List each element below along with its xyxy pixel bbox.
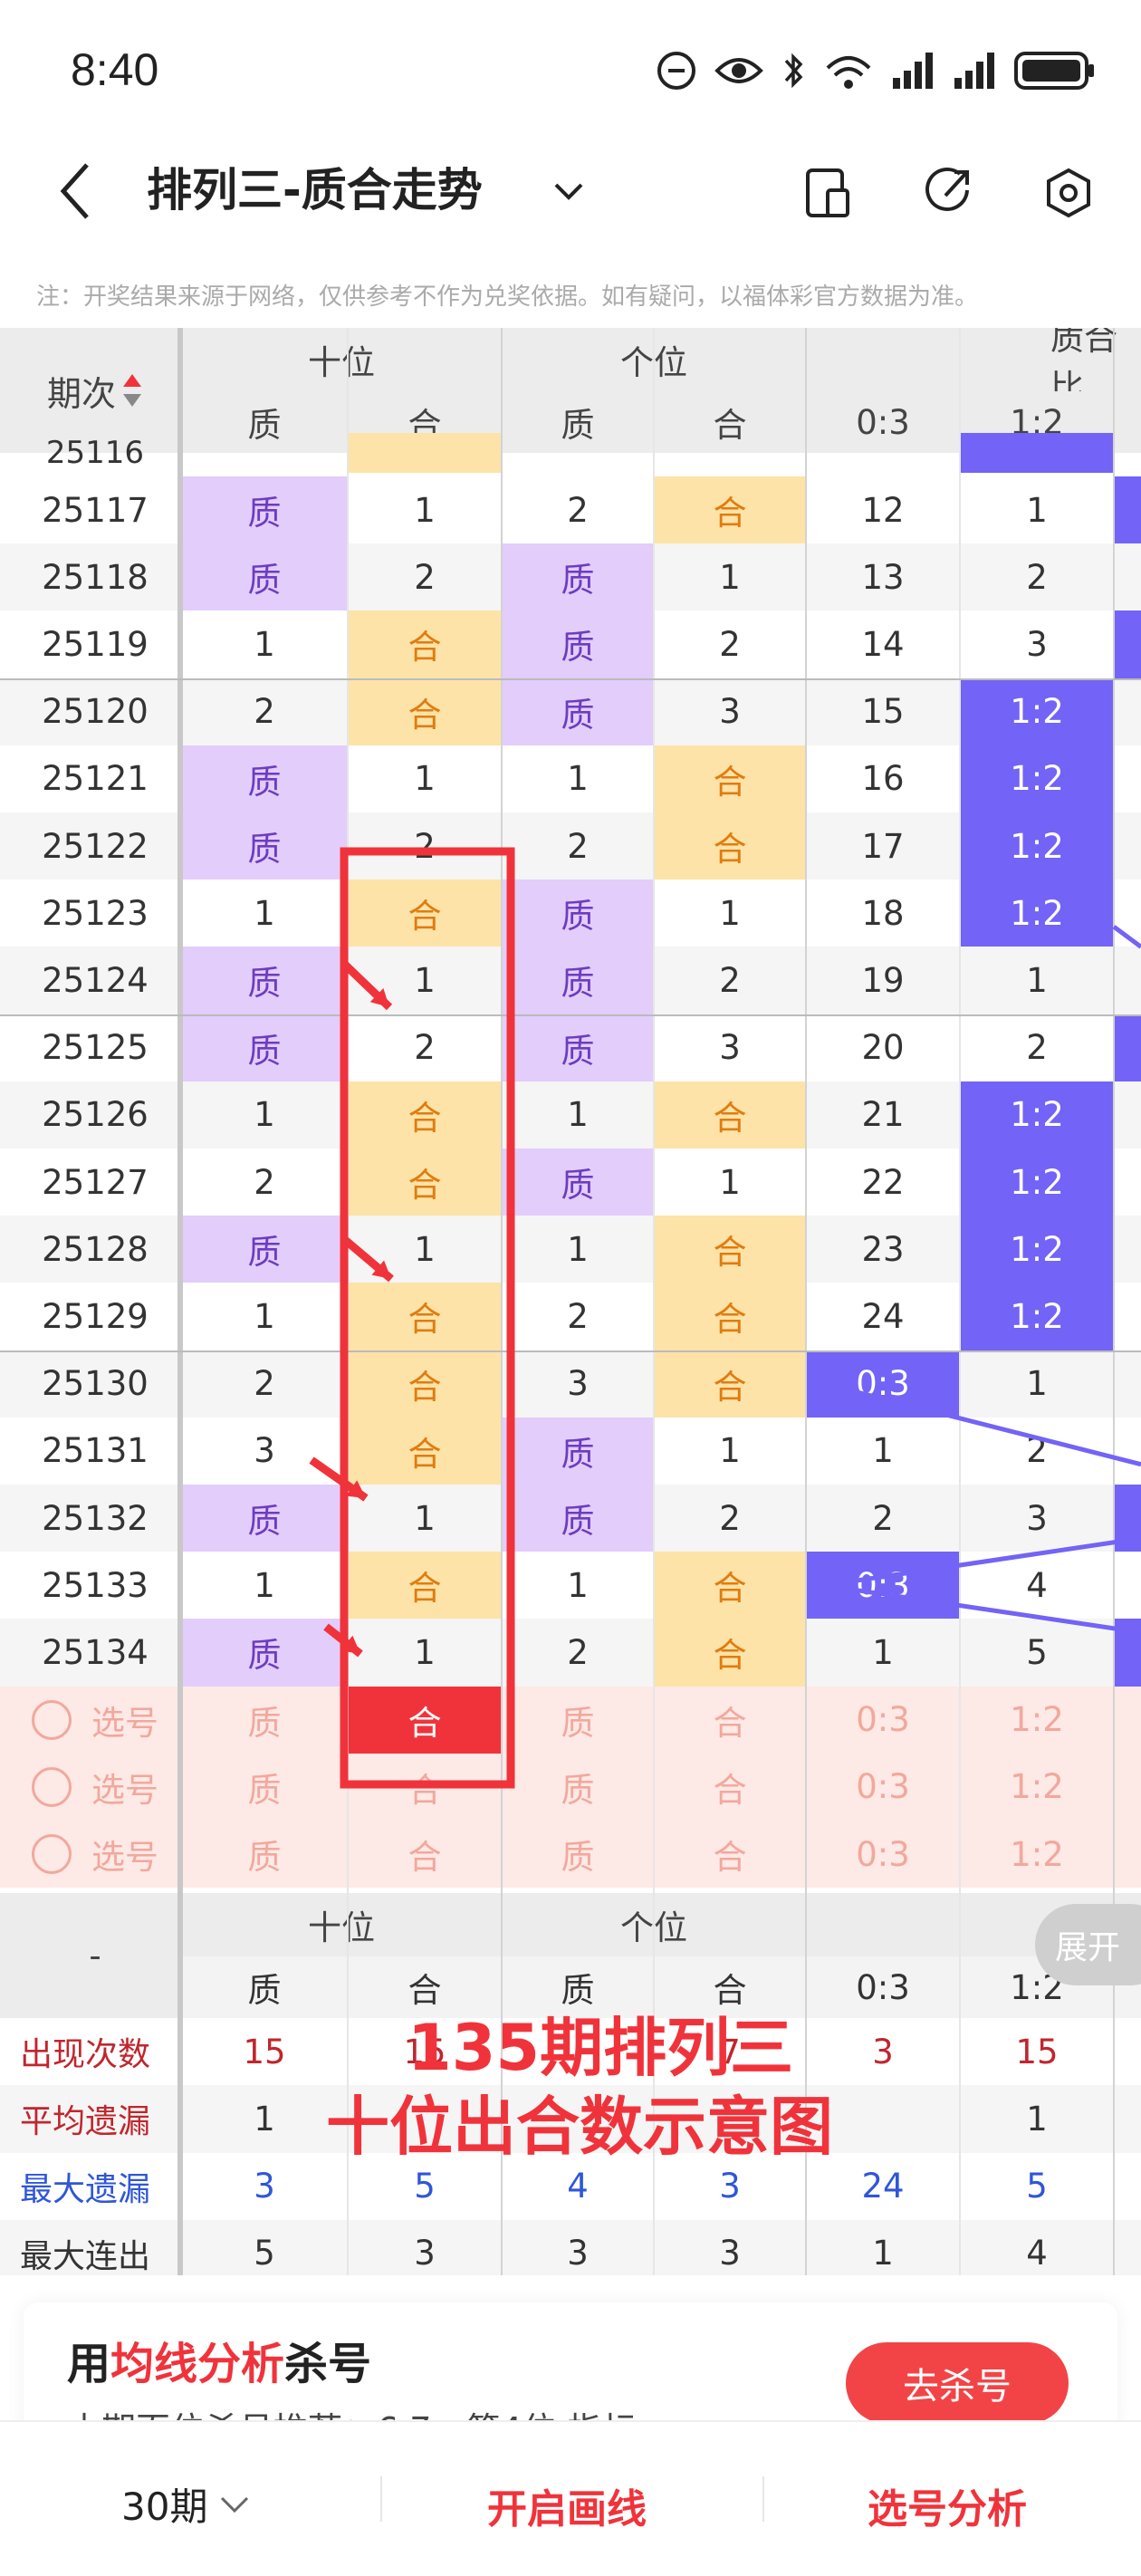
analysis-button[interactable]: 选号分析	[868, 2476, 1027, 2534]
period-selector-label: 30期	[121, 2485, 208, 2529]
promo-title-prefix: 用	[67, 2339, 111, 2389]
share-icon[interactable]	[920, 161, 974, 225]
promo-card: 用均线分析杀号 本期百位杀号推荐：6,7，第4位 指标 去杀号	[24, 2302, 1117, 2438]
overlay-caption-line1: 135期排列三	[408, 2011, 794, 2085]
divider	[380, 2476, 382, 2522]
chevron-down-icon	[221, 2496, 249, 2513]
status-bar: 8:40	[0, 0, 1141, 136]
chevron-down-icon[interactable]	[551, 178, 587, 205]
arrow-annotation	[309, 1456, 369, 1502]
disclaimer-notice: 注：开奖结果来源于网络，仅供参考不作为兑奖依据。如有疑问，以福体彩官方数据为准。	[36, 284, 979, 311]
battery-icon	[1014, 52, 1094, 90]
eye-icon	[714, 58, 763, 83]
bluetooth-icon	[784, 53, 803, 89]
signal-icon-2	[954, 53, 994, 89]
trend-table: 期次 十位 个位 质合比质合质合 0:3 1:2 25116 25117 质 1 2 合 12 1 2511…	[0, 328, 1141, 2275]
arrow-annotation	[341, 1235, 394, 1283]
trend-line	[1112, 925, 1141, 949]
draw-line-button[interactable]: 开启画线	[487, 2476, 647, 2534]
divider	[762, 2476, 764, 2522]
trend-line	[823, 1535, 1141, 1588]
period-selector[interactable]: 30期	[121, 2476, 253, 2532]
arrow-annotation	[340, 960, 393, 1011]
trend-line	[823, 1381, 1141, 1467]
expand-button[interactable]: 展开	[1035, 1904, 1141, 1985]
bottom-bar: 30期 开启画线 选号分析	[0, 2420, 1141, 2576]
page-title[interactable]: 排列三-质合走势	[147, 161, 483, 219]
settings-hexagon-icon[interactable]	[1041, 161, 1096, 225]
status-icons	[656, 43, 1096, 98]
kill-number-button[interactable]: 去杀号	[846, 2342, 1069, 2424]
wifi-icon	[826, 56, 871, 89]
back-arrow-icon[interactable]	[56, 159, 92, 223]
promo-title-highlight: 均线分析	[110, 2339, 285, 2389]
promo-title: 用均线分析杀号	[67, 2328, 371, 2391]
status-time: 8:40	[71, 44, 159, 95]
phone-layout-icon[interactable]	[801, 161, 855, 225]
annotation-layer	[309, 847, 1141, 1789]
screen: { "status_bar": {"time": "8:40"}, "app_b…	[0, 0, 1141, 2576]
overlay-caption-line2: 十位出合数示意图	[326, 2090, 833, 2164]
signal-icon	[893, 53, 933, 89]
trend-line	[823, 1582, 1141, 1635]
do-not-disturb-icon	[657, 52, 695, 90]
promo-title-suffix: 杀号	[284, 2339, 372, 2389]
